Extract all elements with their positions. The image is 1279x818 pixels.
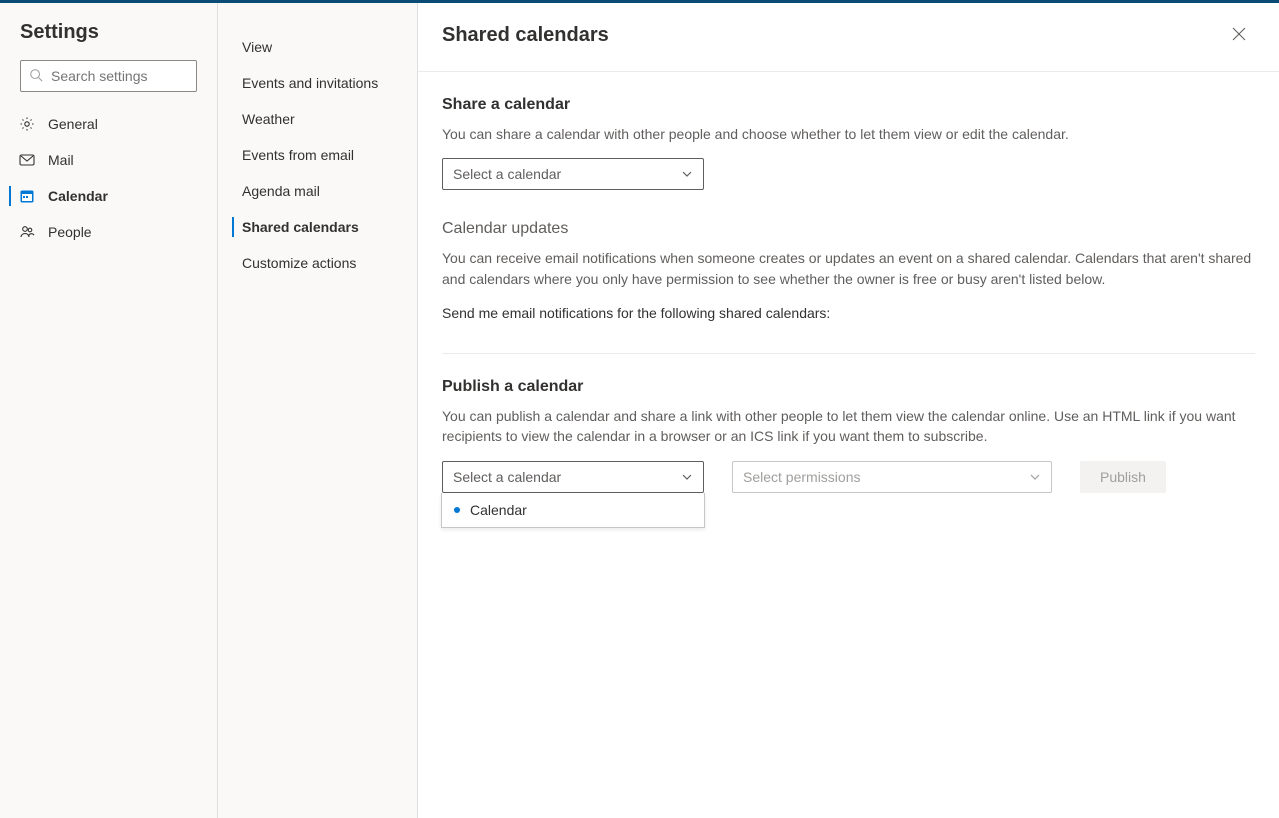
sidebar-item-calendar[interactable]: Calendar	[0, 178, 217, 214]
submenu-list: View Events and invitations Weather Even…	[218, 29, 417, 281]
dropdown-option-calendar[interactable]: Calendar	[442, 493, 704, 527]
chevron-down-icon	[681, 471, 693, 483]
sidebar-item-label: Calendar	[48, 188, 108, 204]
sidebar-item-general[interactable]: General	[0, 106, 217, 142]
submenu-item-agenda-mail[interactable]: Agenda mail	[218, 173, 417, 209]
publish-button[interactable]: Publish	[1080, 461, 1166, 493]
settings-sidebar: Settings General	[0, 3, 218, 818]
publish-calendar-desc: You can publish a calendar and share a l…	[442, 406, 1255, 447]
submenu-item-customize-actions[interactable]: Customize actions	[218, 245, 417, 281]
calendar-icon	[18, 187, 36, 205]
sidebar-item-label: Mail	[48, 152, 74, 168]
permissions-dropdown: Select permissions	[732, 461, 1052, 493]
sidebar-item-mail[interactable]: Mail	[0, 142, 217, 178]
section-publish-calendar: Publish a calendar You can publish a cal…	[442, 378, 1255, 493]
share-calendar-heading: Share a calendar	[442, 96, 1255, 114]
submenu-item-label: Agenda mail	[242, 183, 320, 199]
section-share-calendar: Share a calendar You can share a calenda…	[442, 96, 1255, 190]
submenu-item-events-invitations[interactable]: Events and invitations	[218, 65, 417, 101]
sidebar-item-label: People	[48, 224, 92, 240]
dropdown-placeholder: Select a calendar	[453, 469, 561, 485]
share-calendar-desc: You can share a calendar with other peop…	[442, 124, 1255, 144]
publish-calendar-dropdown-options: Calendar	[441, 493, 705, 528]
calendar-updates-desc: You can receive email notifications when…	[442, 248, 1255, 289]
main-header: Shared calendars	[418, 3, 1279, 72]
calendar-submenu: View Events and invitations Weather Even…	[218, 3, 418, 818]
section-divider	[442, 353, 1255, 354]
chevron-down-icon	[1029, 471, 1041, 483]
calendar-color-dot-icon	[454, 507, 460, 513]
publish-calendar-dropdown-block: Select a calendar Calendar	[442, 461, 704, 493]
publish-calendar-dropdown[interactable]: Select a calendar	[442, 461, 704, 493]
submenu-item-label: Shared calendars	[242, 219, 359, 235]
main-content: Shared calendars Share a calendar You ca…	[418, 3, 1279, 818]
search-settings-box[interactable]	[20, 60, 197, 92]
primary-nav-list: General Mail	[0, 106, 217, 250]
page-title: Shared calendars	[442, 24, 609, 47]
submenu-item-label: Events and invitations	[242, 75, 378, 91]
publish-calendar-heading: Publish a calendar	[442, 378, 1255, 396]
publish-row: Select a calendar Calendar	[442, 461, 1255, 493]
submenu-item-label: Weather	[242, 111, 295, 127]
gear-icon	[18, 115, 36, 133]
search-icon	[29, 68, 43, 85]
content-scroll: Share a calendar You can share a calenda…	[418, 72, 1279, 818]
settings-panel: Settings General	[0, 3, 1279, 818]
mail-icon	[18, 151, 36, 169]
dropdown-placeholder: Select permissions	[743, 469, 861, 485]
calendar-updates-heading: Calendar updates	[442, 220, 1255, 238]
close-icon	[1232, 27, 1246, 44]
submenu-item-view[interactable]: View	[218, 29, 417, 65]
search-wrap	[0, 60, 217, 106]
section-calendar-updates: Calendar updates You can receive email n…	[442, 220, 1255, 323]
sidebar-item-people[interactable]: People	[0, 214, 217, 250]
submenu-item-events-from-email[interactable]: Events from email	[218, 137, 417, 173]
search-input[interactable]	[51, 68, 232, 84]
submenu-item-label: Customize actions	[242, 255, 356, 271]
settings-title: Settings	[0, 21, 217, 60]
submenu-item-label: Events from email	[242, 147, 354, 163]
submenu-item-weather[interactable]: Weather	[218, 101, 417, 137]
submenu-item-shared-calendars[interactable]: Shared calendars	[218, 209, 417, 245]
close-button[interactable]	[1223, 19, 1255, 51]
share-calendar-dropdown[interactable]: Select a calendar	[442, 158, 704, 190]
chevron-down-icon	[681, 168, 693, 180]
people-icon	[18, 223, 36, 241]
dropdown-placeholder: Select a calendar	[453, 166, 561, 182]
calendar-updates-sub: Send me email notifications for the foll…	[442, 303, 1255, 323]
dropdown-option-label: Calendar	[470, 502, 527, 518]
sidebar-item-label: General	[48, 116, 98, 132]
submenu-item-label: View	[242, 39, 272, 55]
